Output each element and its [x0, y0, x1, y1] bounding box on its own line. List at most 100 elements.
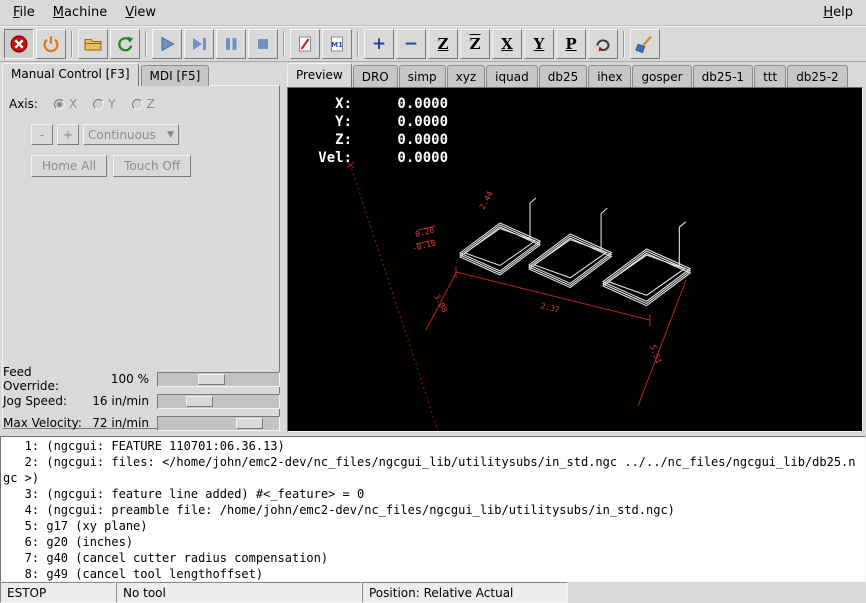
gcode-line[interactable]: gc >)	[3, 470, 865, 486]
axis-z-label: Z	[147, 97, 155, 111]
view-perspective-button[interactable]: P	[556, 29, 586, 59]
view-top-icon: Z	[438, 37, 449, 52]
gcode-line[interactable]: 4: (ngcgui: preamble file: /home/john/em…	[3, 502, 865, 518]
readout-z-value: 0.0000	[352, 132, 448, 150]
tab-mdi[interactable]: MDI [F5]	[141, 65, 210, 86]
jog-speed-label: Jog Speed:	[3, 394, 91, 408]
toolbar-separator	[283, 31, 285, 57]
machine-power-button[interactable]	[36, 29, 66, 59]
svg-text:-0.10: -0.10	[411, 238, 437, 253]
readout-y-label: Y:	[300, 114, 352, 132]
tab-manual-control[interactable]: Manual Control [F3]	[2, 63, 139, 86]
jog-speed-row: Jog Speed: 16 in/min	[0, 390, 283, 412]
max-velocity-value: 72 in/min	[91, 416, 157, 430]
svg-text:2.37: 2.37	[540, 301, 561, 314]
tab-dro[interactable]: DRO	[353, 65, 398, 87]
max-velocity-row: Max Velocity: 72 in/min	[0, 412, 283, 434]
zoom-out-button[interactable]: −	[396, 29, 426, 59]
axis-radio-x[interactable]: X	[54, 97, 77, 111]
gcode-line[interactable]: 6: g20 (inches)	[3, 534, 865, 550]
pause-button[interactable]	[216, 29, 246, 59]
axis-radio-z[interactable]: Z	[132, 97, 155, 111]
preview-canvas[interactable]: 0.20 -0.10 3.00 2.37 5.51 2.44 X:0.0000 …	[287, 87, 863, 432]
menu-view[interactable]: View	[116, 1, 165, 24]
stop-button[interactable]	[248, 29, 278, 59]
limit-line	[350, 164, 438, 431]
jog-speed-slider[interactable]	[157, 394, 280, 409]
optional-stop-toggle[interactable]: M1	[322, 29, 352, 59]
broom-icon	[635, 34, 655, 54]
override-sliders: Feed Override: 100 % Jog Speed: 16 in/mi…	[0, 368, 283, 434]
toolbar-separator	[623, 31, 625, 57]
step-icon	[189, 34, 209, 54]
estop-button[interactable]	[4, 29, 34, 59]
gcode-line[interactable]: 1: (ngcgui: FEATURE 110701:06.36.13)	[3, 438, 865, 454]
menu-machine[interactable]: Machine	[44, 1, 116, 24]
tab-iquad[interactable]: iquad	[486, 65, 538, 87]
svg-text:0.20: 0.20	[414, 226, 435, 239]
pocket-2	[529, 208, 611, 287]
main-area: Manual Control [F3] MDI [F5] Axis: X Y Z	[0, 62, 866, 436]
view-perspective-icon: P	[565, 37, 576, 52]
status-tool: No tool	[116, 582, 362, 603]
step-button[interactable]	[184, 29, 214, 59]
reload-file-button[interactable]	[110, 29, 140, 59]
tab-preview[interactable]: Preview	[287, 63, 352, 87]
jog-mode-dropdown[interactable]: Continuous ▼	[83, 124, 179, 145]
slider-thumb[interactable]	[186, 396, 213, 407]
status-machine-state: ESTOP	[0, 582, 116, 603]
status-filler	[568, 582, 866, 603]
view-side-button[interactable]: X	[492, 29, 522, 59]
tab-simp[interactable]: simp	[399, 65, 446, 87]
feed-override-slider[interactable]	[157, 372, 280, 387]
view-front-button[interactable]: Y	[524, 29, 554, 59]
gcode-line[interactable]: 3: (ngcgui: feature line added) #<_featu…	[3, 486, 865, 502]
view-side-icon: X	[501, 37, 513, 52]
feed-override-value: 100 %	[91, 372, 157, 386]
gcode-line[interactable]: 5: g17 (xy plane)	[3, 518, 865, 534]
statusbar: ESTOP No tool Position: Relative Actual	[0, 582, 866, 603]
view-top-button[interactable]: Z	[428, 29, 458, 59]
readout-z-label: Z:	[300, 132, 352, 150]
tab-db25-1[interactable]: db25-1	[693, 65, 753, 87]
jog-plus-button[interactable]: +	[57, 124, 79, 145]
gcode-line[interactable]: 7: g40 (cancel cutter radius compensatio…	[3, 550, 865, 566]
gcode-listing[interactable]: 1: (ngcgui: FEATURE 110701:06.36.13) 2: …	[0, 436, 866, 582]
tab-ttt[interactable]: ttt	[754, 65, 786, 87]
menu-help[interactable]: Help	[814, 1, 862, 24]
rotate-view-button[interactable]	[588, 29, 618, 59]
gcode-line[interactable]: 2: (ngcgui: files: </home/john/emc2-dev/…	[3, 454, 865, 470]
view-rotated-top-button[interactable]: Z	[460, 29, 490, 59]
radio-circle-icon	[54, 99, 65, 110]
run-button[interactable]	[152, 29, 182, 59]
tab-ihex[interactable]: ihex	[588, 65, 631, 87]
radio-circle-icon	[93, 99, 104, 110]
home-all-button[interactable]: Home All	[31, 155, 107, 177]
slider-thumb[interactable]	[236, 418, 263, 429]
axis-x-label: X	[69, 97, 77, 111]
touch-off-button[interactable]: Touch Off	[113, 155, 191, 177]
block-delete-toggle[interactable]	[290, 29, 320, 59]
svg-text:3.00: 3.00	[432, 293, 449, 314]
max-velocity-slider[interactable]	[157, 416, 280, 431]
tab-xyz[interactable]: xyz	[447, 65, 486, 87]
open-file-button[interactable]	[78, 29, 108, 59]
tab-gosper[interactable]: gosper	[632, 65, 691, 87]
axis-radio-y[interactable]: Y	[93, 97, 115, 111]
run-icon	[157, 34, 177, 54]
reload-icon	[115, 34, 135, 54]
readout-x-label: X:	[300, 96, 352, 114]
clear-plot-button[interactable]	[630, 29, 660, 59]
zoom-in-button[interactable]: +	[364, 29, 394, 59]
menu-file[interactable]: File	[4, 1, 44, 24]
slider-thumb[interactable]	[198, 374, 225, 385]
tab-db25[interactable]: db25	[539, 65, 588, 87]
gcode-line[interactable]: 8: g49 (cancel tool lengthoffset)	[3, 566, 865, 582]
tab-db25-2[interactable]: db25-2	[787, 65, 847, 87]
optional-stop-icon: M1	[327, 34, 347, 54]
readout-y-value: 0.0000	[352, 114, 448, 132]
zoom-in-icon: +	[372, 36, 386, 53]
view-front-icon: Y	[534, 37, 545, 52]
jog-minus-button[interactable]: -	[31, 124, 53, 145]
jog-speed-value: 16 in/min	[91, 394, 157, 408]
